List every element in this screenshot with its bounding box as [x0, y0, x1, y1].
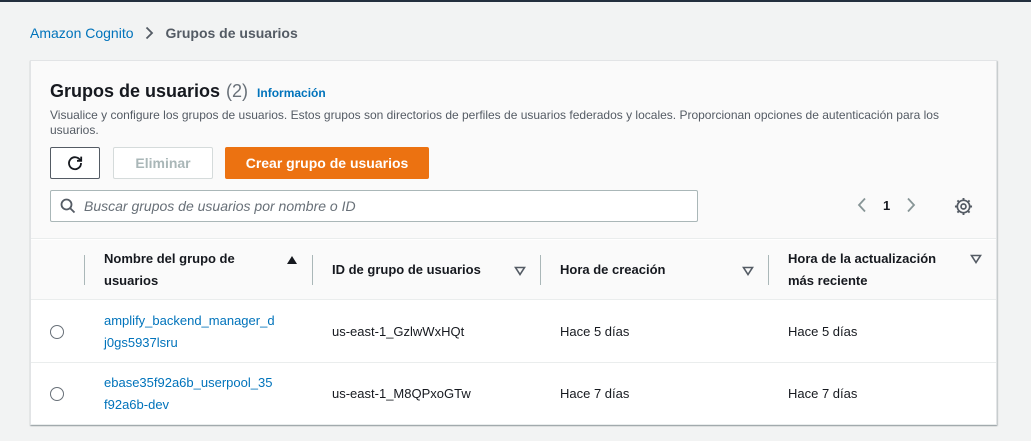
table-row: amplify_backend_manager_d j0gs5937lsru u… [31, 301, 996, 363]
column-separator [540, 255, 541, 285]
panel-header: Grupos de usuarios (2) Información Visua… [31, 61, 996, 239]
item-count: (2) [226, 81, 249, 101]
column-header-label: Hora de creación [560, 262, 666, 277]
sort-icon[interactable] [742, 266, 754, 276]
row-select-radio[interactable] [50, 325, 64, 339]
user-pool-name-link[interactable]: ebase35f92a6b_userpool_35 f92a6b-dev [104, 372, 304, 416]
creation-time: Hace 7 días [560, 386, 630, 401]
user-pool-id: us-east-1_M8QPxoGTw [332, 386, 471, 401]
table-row: ebase35f92a6b_userpool_35 f92a6b-dev us-… [31, 363, 996, 425]
gear-icon[interactable] [954, 197, 973, 216]
column-separator [768, 255, 769, 285]
column-separator [84, 255, 85, 285]
column-header-updated[interactable]: Hora de la actualización más reciente [788, 240, 968, 300]
refresh-button[interactable] [50, 147, 100, 179]
user-pool-name-link[interactable]: amplify_backend_manager_d j0gs5937lsru [104, 310, 304, 354]
last-updated-time: Hace 5 días [788, 324, 858, 339]
column-header-label: Hora de la actualización [788, 251, 937, 266]
previous-page-icon[interactable] [857, 197, 867, 213]
column-header-id[interactable]: ID de grupo de usuarios [332, 240, 512, 300]
search-icon [60, 198, 76, 214]
user-pool-id: us-east-1_GzlwWxHQt [332, 324, 465, 339]
breadcrumb-amazon-cognito-link[interactable]: Amazon Cognito [30, 25, 134, 41]
next-page-icon[interactable] [906, 197, 916, 213]
chevron-right-icon [145, 26, 154, 40]
top-border [0, 0, 1031, 2]
table-header: Nombre del grupo de usuarios ID de grupo… [31, 240, 996, 300]
user-pool-name-line: f92a6b-dev [104, 397, 170, 412]
sort-ascending-icon[interactable] [286, 255, 298, 265]
panel-description: Visualice y configure los grupos de usua… [50, 108, 939, 137]
page-title: Grupos de usuarios [50, 81, 221, 101]
user-pool-name-line: amplify_backend_manager_d [104, 313, 275, 328]
breadcrumb: Amazon Cognito Grupos de usuarios [30, 25, 298, 41]
creation-time: Hace 5 días [560, 324, 630, 339]
create-user-pool-button[interactable]: Crear grupo de usuarios [225, 147, 429, 179]
row-select-radio[interactable] [50, 387, 64, 401]
user-pool-name-line: j0gs5937lsru [104, 335, 178, 350]
search-field [50, 190, 698, 222]
refresh-icon [66, 154, 84, 172]
column-header-label: más reciente [788, 273, 868, 288]
user-pools-panel: Grupos de usuarios (2) Información Visua… [30, 60, 997, 425]
current-page-number[interactable]: 1 [883, 198, 890, 213]
user-pool-name-line: ebase35f92a6b_userpool_35 [104, 375, 273, 390]
pagination: 1 [857, 197, 916, 213]
title-row: Grupos de usuarios (2) Información [50, 81, 326, 102]
column-separator [312, 255, 313, 285]
breadcrumb-current: Grupos de usuarios [165, 25, 298, 41]
column-header-created[interactable]: Hora de creación [560, 240, 740, 300]
search-input[interactable] [84, 198, 674, 214]
column-header-name[interactable]: Nombre del grupo de usuarios [104, 240, 264, 300]
delete-button[interactable]: Eliminar [113, 147, 213, 179]
sort-icon[interactable] [970, 254, 982, 264]
column-header-label: usuarios [104, 273, 159, 288]
sort-icon[interactable] [514, 266, 526, 276]
last-updated-time: Hace 7 días [788, 386, 858, 401]
column-header-label: ID de grupo de usuarios [332, 262, 481, 277]
info-link[interactable]: Información [257, 86, 326, 100]
column-header-label: Nombre del grupo de [104, 251, 235, 266]
